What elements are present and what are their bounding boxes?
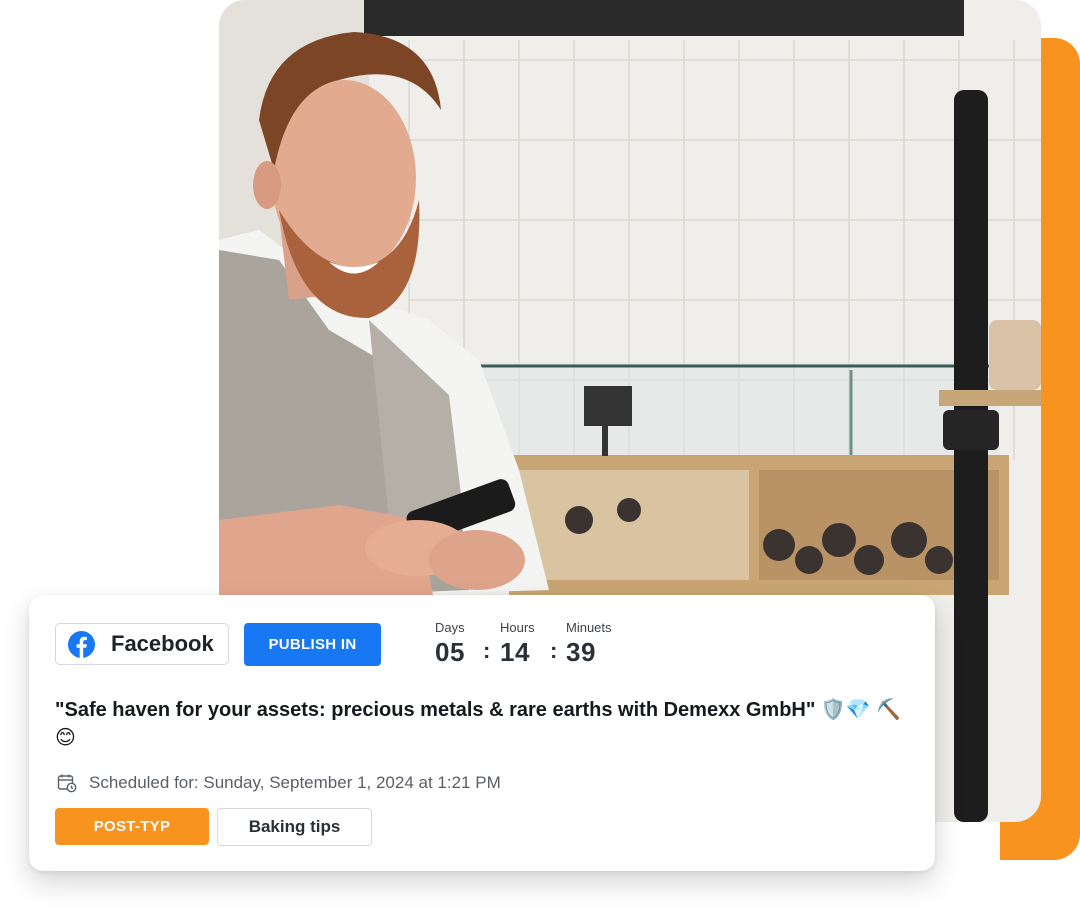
post-title: "Safe haven for your assets: precious me… — [55, 699, 902, 749]
hours-label: Hours — [500, 620, 535, 635]
scheduled-post-card: Facebook PUBLISH IN Days 05 : Hours 14 :… — [29, 595, 935, 871]
countdown-days: Days 05 — [435, 620, 465, 668]
facebook-icon — [68, 630, 95, 658]
platform-label: Facebook — [111, 631, 214, 656]
baking-tips-tag[interactable]: Baking tips — [217, 808, 372, 846]
days-label: Days — [435, 620, 465, 635]
schedule-text: Scheduled for: Sunday, September 1, 2024… — [89, 773, 501, 792]
calendar-clock-icon — [57, 773, 77, 793]
countdown-minutes: Minuets 39 — [566, 620, 612, 668]
minutes-label: Minuets — [566, 620, 612, 635]
post-header-row: Facebook PUBLISH IN Days 05 : Hours 14 :… — [55, 620, 915, 669]
minutes-value: 39 — [566, 637, 596, 667]
countdown-hours: Hours 14 — [500, 620, 535, 668]
post-type-button[interactable]: POST-TYP — [55, 808, 209, 845]
days-value: 05 — [435, 637, 465, 667]
schedule-row: Scheduled for: Sunday, September 1, 2024… — [57, 771, 501, 795]
publish-in-button[interactable]: PUBLISH IN — [244, 623, 381, 666]
countdown-separator: : — [483, 638, 491, 663]
hours-value: 14 — [500, 637, 530, 667]
platform-selector[interactable]: Facebook — [55, 623, 229, 665]
countdown-separator: : — [550, 638, 558, 663]
